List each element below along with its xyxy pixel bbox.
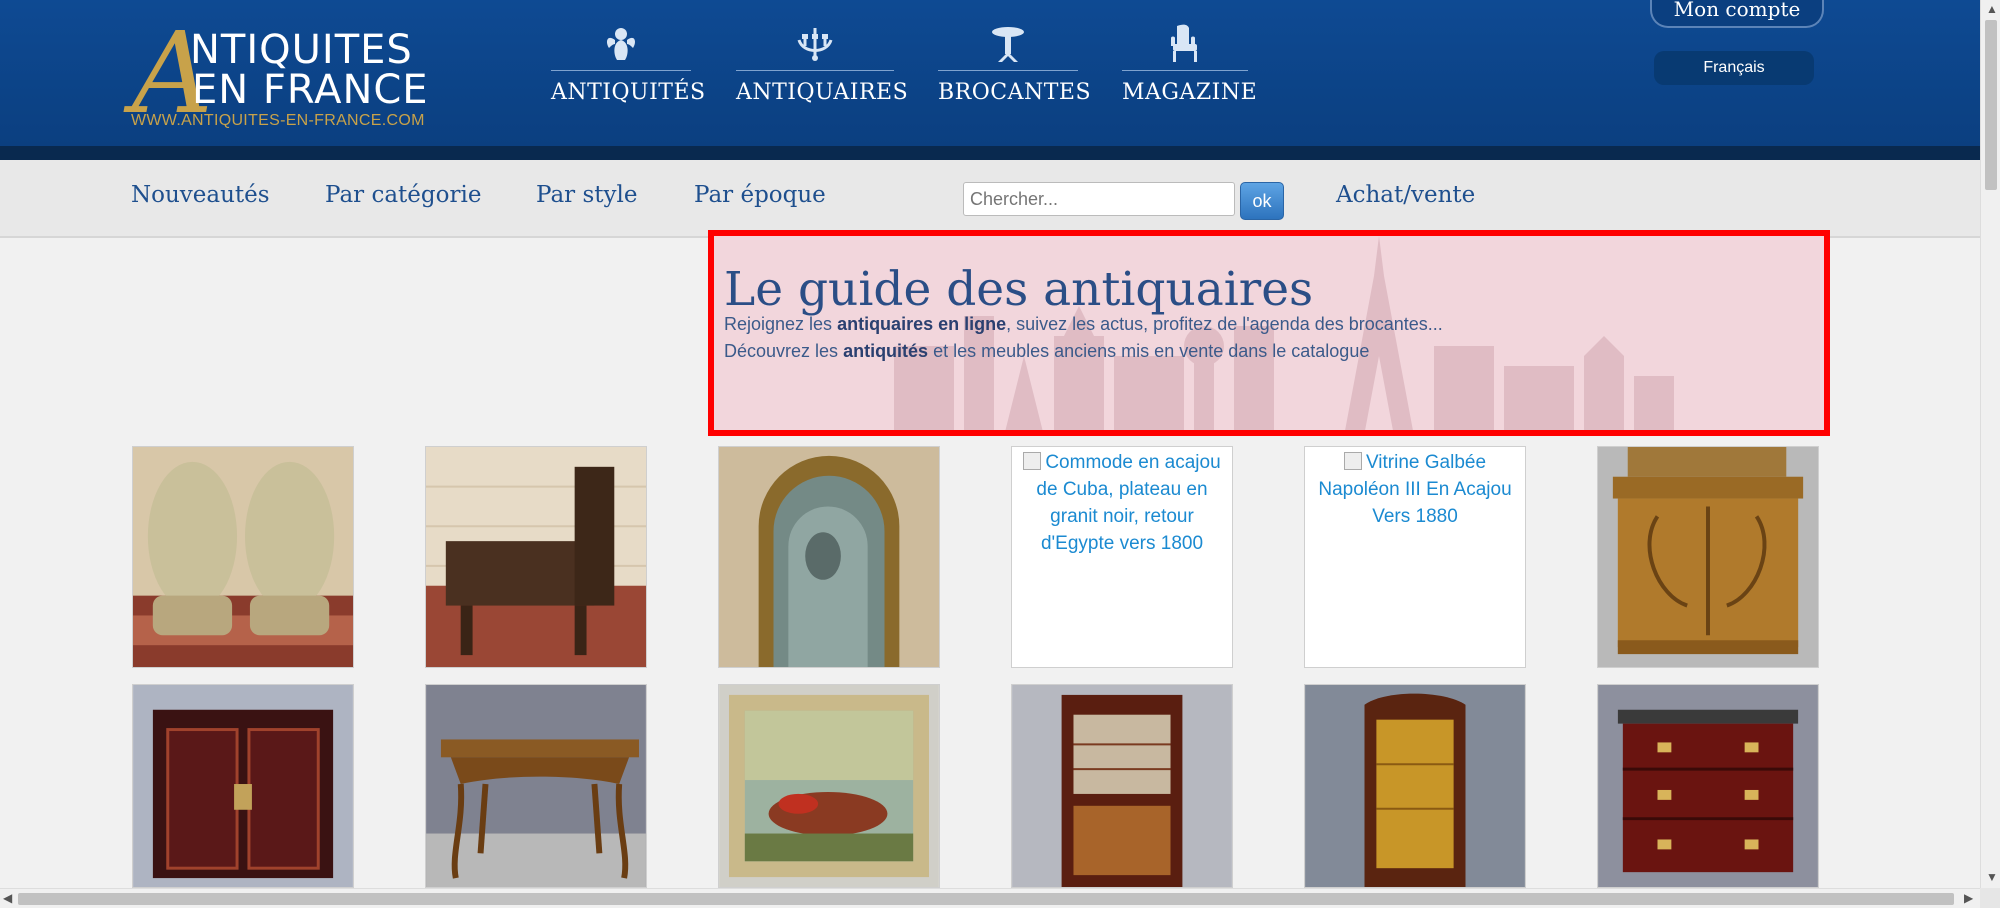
product-image — [1012, 685, 1232, 887]
product-tile[interactable] — [1597, 684, 1819, 888]
link-par-style[interactable]: Par style — [536, 182, 637, 208]
scroll-down-icon[interactable]: ▼ — [1986, 870, 1998, 884]
search-button[interactable]: ok — [1240, 182, 1284, 220]
site-header: A NTIQUITES EN FRANCE WWW.ANTIQUITES-EN-… — [0, 0, 1980, 160]
nav-divider — [551, 70, 691, 71]
link-par-epoque[interactable]: Par époque — [694, 182, 826, 208]
pedestal-table-icon — [992, 27, 1024, 62]
hero-description-2: Découvrez les antiquités et les meubles … — [724, 341, 1369, 362]
link-achat-vente[interactable]: Achat/vente — [1336, 182, 1475, 208]
hero-text: et les meubles anciens mis en vente dans… — [928, 341, 1370, 361]
product-tile[interactable] — [425, 684, 647, 888]
product-tile[interactable] — [132, 446, 354, 668]
hero-text: Rejoignez les — [724, 314, 838, 334]
product-image-alt[interactable]: Vitrine Galbée Napoléon III En Acajou Ve… — [1305, 447, 1525, 530]
product-image — [1598, 685, 1818, 887]
angel-icon — [607, 28, 635, 60]
product-tile[interactable] — [718, 684, 940, 888]
chandelier-icon — [797, 28, 833, 61]
nav-antiquaires[interactable]: ANTIQUAIRES — [736, 24, 909, 110]
link-nouveautes[interactable]: Nouveautés — [131, 182, 270, 208]
nav-brocantes[interactable]: BROCANTES — [938, 24, 1092, 110]
product-image — [719, 447, 939, 667]
scroll-left-icon[interactable]: ◀ — [3, 891, 12, 905]
product-image — [426, 685, 646, 887]
nav-antiquites[interactable]: ANTIQUITÉS — [551, 24, 706, 110]
scroll-right-icon[interactable]: ▶ — [1964, 891, 1973, 905]
page-title: Le guide des antiquaires — [724, 262, 1314, 317]
nav-label: ANTIQUITÉS — [551, 80, 706, 105]
language-selector[interactable]: Français — [1654, 51, 1814, 85]
search-input[interactable] — [963, 182, 1235, 216]
product-image — [426, 447, 646, 667]
vertical-scroll-thumb[interactable] — [1985, 20, 1997, 190]
product-image — [1598, 447, 1818, 667]
logo-url: WWW.ANTIQUITES-EN-FRANCE.COM — [131, 112, 425, 129]
product-tile[interactable] — [718, 446, 940, 668]
product-image — [133, 685, 353, 887]
nav-magazine[interactable]: MAGAZINE — [1122, 24, 1258, 110]
product-tile[interactable] — [425, 446, 647, 668]
nav-divider — [1122, 70, 1248, 71]
scroll-up-icon[interactable]: ▲ — [1986, 2, 1998, 16]
hero-description-1: Rejoignez les antiquaires en ligne, suiv… — [724, 314, 1443, 335]
nav-label: ANTIQUAIRES — [736, 80, 909, 105]
secondary-nav: Nouveautés Par catégorie Par style Par é… — [0, 160, 1980, 238]
hero-banner: Le guide des antiquaires Rejoignez les a… — [708, 230, 1830, 436]
hero-text: Découvrez les — [724, 341, 844, 361]
site-logo[interactable]: A NTIQUITES EN FRANCE WWW.ANTIQUITES-EN-… — [130, 18, 450, 132]
armchair-icon — [1171, 24, 1197, 62]
logo-line-1: NTIQUITES — [190, 27, 413, 73]
scrollbar-corner — [1980, 888, 2000, 908]
product-tile-broken-image[interactable]: Commode en acajou de Cuba, plateau en gr… — [1011, 446, 1233, 668]
product-tile-broken-image[interactable]: Vitrine Galbée Napoléon III En Acajou Ve… — [1304, 446, 1526, 668]
product-tile[interactable] — [1304, 684, 1526, 888]
logo-line-2: EN FRANCE — [192, 67, 429, 113]
nav-divider — [938, 70, 1078, 71]
horizontal-scrollbar[interactable]: ◀ ▶ — [0, 888, 1980, 908]
product-tile[interactable] — [1597, 446, 1819, 668]
product-image — [1305, 685, 1525, 887]
link-antiquites[interactable]: antiquités — [843, 341, 928, 361]
product-image-alt[interactable]: Commode en acajou de Cuba, plateau en gr… — [1012, 447, 1232, 557]
product-image — [719, 685, 939, 887]
nav-label: MAGAZINE — [1122, 80, 1258, 105]
product-tile[interactable] — [1011, 684, 1233, 888]
product-image — [133, 447, 353, 667]
link-antiquaires-en-ligne[interactable]: antiquaires en ligne — [837, 314, 1006, 334]
horizontal-scroll-thumb[interactable] — [18, 893, 1954, 905]
nav-divider — [736, 70, 894, 71]
account-button[interactable]: Mon compte — [1650, 0, 1824, 28]
link-par-categorie[interactable]: Par catégorie — [325, 182, 481, 208]
hero-text: , suivez les actus, profitez de l'agenda… — [1006, 314, 1443, 334]
product-tile[interactable] — [132, 684, 354, 888]
nav-label: BROCANTES — [938, 80, 1092, 105]
vertical-scrollbar[interactable]: ▲ ▼ — [1980, 0, 2000, 888]
